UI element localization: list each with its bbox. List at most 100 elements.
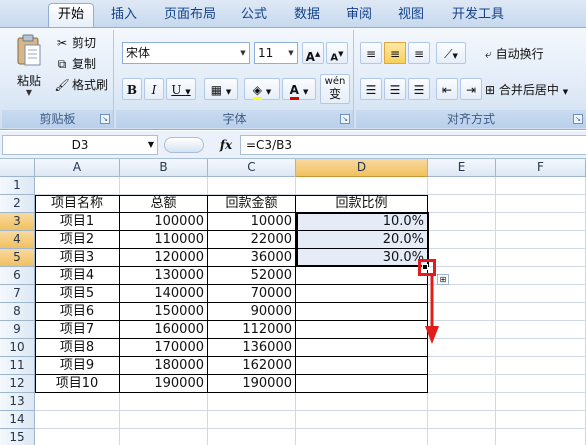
cell-project-name[interactable]: 项目3 [35,249,120,267]
align-bottom-button[interactable]: ≡ [408,42,430,64]
align-top-button[interactable]: ≡ [360,42,382,64]
cell-ratio[interactable] [296,285,428,303]
row-header-12[interactable]: 12 [0,375,35,393]
copy-button[interactable]: ⧉ 复制 [54,55,96,73]
cell[interactable] [35,429,120,445]
increase-indent-button[interactable]: ⇥ [460,78,482,100]
cell[interactable] [120,393,208,411]
select-all-corner[interactable] [0,159,35,177]
cell[interactable] [120,411,208,429]
cell[interactable] [296,177,428,195]
cell-total[interactable]: 180000 [120,357,208,375]
cell-ratio[interactable] [296,357,428,375]
format-painter-button[interactable]: 🖌 格式刷 [54,76,108,94]
cell-project-name[interactable]: 项目7 [35,321,120,339]
row-header-14[interactable]: 14 [0,411,35,429]
fill-color-button[interactable]: ◈ ▼ [244,78,280,100]
alignment-launcher-icon[interactable]: ↘ [573,114,583,124]
tab-review[interactable]: 审阅 [340,5,378,27]
cell-received[interactable]: 90000 [208,303,296,321]
cell[interactable] [496,339,586,357]
cell[interactable] [496,177,586,195]
cell[interactable] [296,429,428,445]
cell[interactable] [35,393,120,411]
cell-total[interactable]: 190000 [120,375,208,393]
cell[interactable] [208,177,296,195]
cell[interactable] [428,249,496,267]
cell-received[interactable]: 162000 [208,357,296,375]
cell-project-name[interactable]: 项目9 [35,357,120,375]
cell[interactable] [496,411,586,429]
cell[interactable] [428,231,496,249]
column-header-d[interactable]: D [296,159,428,177]
merge-center-button[interactable]: ⊞ 合并后居中 ▼ [484,78,584,100]
cell[interactable] [496,285,586,303]
column-header-b[interactable]: B [120,159,208,177]
align-right-button[interactable]: ☰ [408,78,430,100]
row-header-5[interactable]: 5 [0,249,35,267]
cell-ratio[interactable]: 10.0% [296,213,428,231]
column-header-f[interactable]: F [496,159,586,177]
cell[interactable] [496,357,586,375]
cell-ratio[interactable]: 30.0% [296,249,428,267]
cell-ratio[interactable] [296,321,428,339]
cell[interactable] [35,177,120,195]
cell-ratio[interactable] [296,303,428,321]
column-header-e[interactable]: E [428,159,496,177]
row-header-9[interactable]: 9 [0,321,35,339]
italic-button[interactable]: I [144,78,164,100]
font-size-select[interactable]: 11 ▼ [254,42,298,64]
font-color-button[interactable]: A ▼ [282,78,316,100]
cell[interactable] [428,429,496,445]
cell-total[interactable]: 100000 [120,213,208,231]
row-header-13[interactable]: 13 [0,393,35,411]
cell-received[interactable]: 190000 [208,375,296,393]
cell-received[interactable]: 136000 [208,339,296,357]
cell-total[interactable]: 160000 [120,321,208,339]
cell-project-name[interactable]: 项目2 [35,231,120,249]
cell-project-name-header[interactable]: 项目名称 [35,195,120,213]
cell[interactable] [496,213,586,231]
font-launcher-icon[interactable]: ↘ [340,114,350,124]
tab-developer[interactable]: 开发工具 [446,5,510,27]
align-middle-button[interactable]: ≡ [384,42,406,64]
wrap-text-button[interactable]: ⤶ 自动换行 [484,42,582,64]
tab-page-layout[interactable]: 页面布局 [158,5,222,27]
cell-project-name[interactable]: 项目6 [35,303,120,321]
column-header-c[interactable]: C [208,159,296,177]
row-header-8[interactable]: 8 [0,303,35,321]
name-box[interactable]: D3 ▼ [2,135,158,155]
cell[interactable] [428,195,496,213]
row-header-11[interactable]: 11 [0,357,35,375]
row-header-1[interactable]: 1 [0,177,35,195]
row-header-4[interactable]: 4 [0,231,35,249]
formula-bar-expand-handle[interactable] [164,137,204,153]
cell-received[interactable]: 22000 [208,231,296,249]
cut-button[interactable]: ✂ 剪切 [54,34,96,52]
cell-project-name[interactable]: 项目1 [35,213,120,231]
cell[interactable] [428,357,496,375]
cell-ratio[interactable]: 20.0% [296,231,428,249]
shrink-font-button[interactable]: A▼ [326,42,348,64]
row-header-6[interactable]: 6 [0,267,35,285]
cell[interactable] [428,411,496,429]
cell-total[interactable]: 170000 [120,339,208,357]
cell[interactable] [296,393,428,411]
cell[interactable] [208,411,296,429]
column-header-a[interactable]: A [35,159,120,177]
row-header-15[interactable]: 15 [0,429,35,445]
cell-total[interactable]: 140000 [120,285,208,303]
font-name-select[interactable]: 宋体 ▼ [122,42,250,64]
tab-view[interactable]: 视图 [392,5,430,27]
bold-button[interactable]: B [122,78,142,100]
cell[interactable] [120,177,208,195]
cell[interactable] [496,267,586,285]
tab-insert[interactable]: 插入 [104,5,144,27]
row-header-7[interactable]: 7 [0,285,35,303]
align-left-button[interactable]: ☰ [360,78,382,100]
row-header-3[interactable]: 3 [0,213,35,231]
phonetic-button[interactable]: wén 变 [320,74,350,104]
cell-total[interactable]: 110000 [120,231,208,249]
cell-received[interactable]: 70000 [208,285,296,303]
paste-button[interactable]: 粘贴 ▼ [10,34,48,106]
